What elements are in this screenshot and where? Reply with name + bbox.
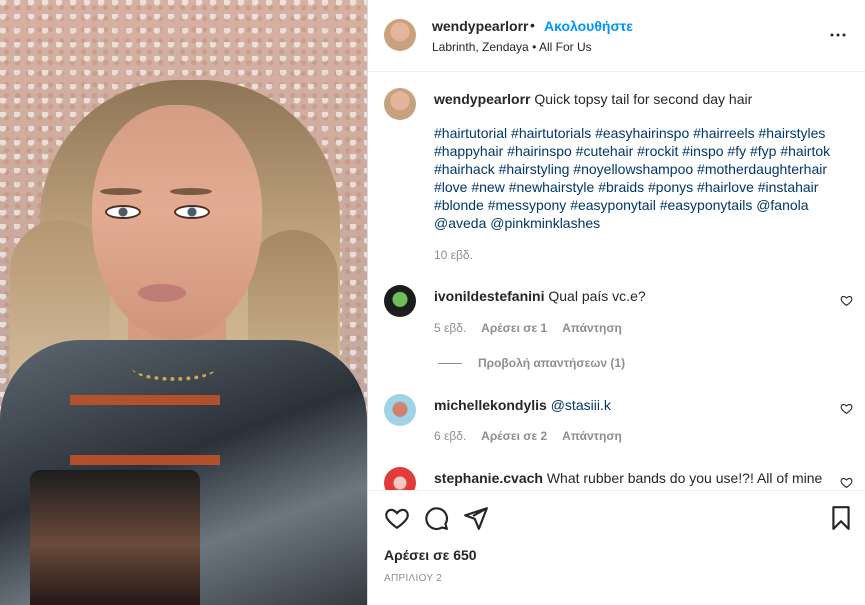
actions-divider <box>368 490 865 491</box>
caption: wendypearlorr Quick topsy tail for secon… <box>434 90 849 108</box>
comment-text: Qual país vc.e? <box>548 288 646 304</box>
photo-shirt-print-lettering <box>70 395 220 465</box>
comment-avatar[interactable] <box>384 467 416 490</box>
more-options-icon[interactable] <box>829 26 847 44</box>
avatar[interactable] <box>384 19 416 51</box>
comment-meta: 6 εβδ. Αρέσει σε 2 Απάντηση <box>434 429 634 443</box>
comment-row: michellekondylis @stasiii.k <box>434 396 824 414</box>
comment-age: 5 εβδ. <box>434 321 467 335</box>
heart-icon[interactable] <box>384 505 410 531</box>
bookmark-icon[interactable] <box>828 505 854 531</box>
photo-eye-left <box>105 205 141 219</box>
comment-likes[interactable]: Αρέσει σε 1 <box>481 321 547 335</box>
reply-button[interactable]: Απάντηση <box>562 321 622 335</box>
comment-avatar[interactable] <box>384 285 416 317</box>
reply-button[interactable]: Απάντηση <box>562 429 622 443</box>
comment-meta: 5 εβδ. Αρέσει σε 1 Απάντηση <box>434 321 634 335</box>
photo-lips <box>138 284 186 302</box>
comment-row: ivonildestefanini Qual país vc.e? <box>434 287 824 305</box>
comment-heart-icon[interactable] <box>840 294 853 307</box>
caption-hashtags[interactable]: #hairtutorial #hairtutorials #easyhairin… <box>434 124 849 232</box>
comment-icon[interactable] <box>423 505 449 531</box>
photo-necklace <box>132 355 216 381</box>
comment-text[interactable]: @stasiii.k <box>551 397 611 413</box>
photo-shirt-print <box>30 470 200 605</box>
comment-age: 6 εβδ. <box>434 429 467 443</box>
comment-likes[interactable]: Αρέσει σε 2 <box>481 429 547 443</box>
header-separator: • <box>530 17 535 33</box>
replies-divider <box>438 363 462 364</box>
comment-row: stephanie.cvach What rubber bands do you… <box>434 469 824 487</box>
photo-eye-right <box>174 205 210 219</box>
caption-avatar[interactable] <box>384 88 416 120</box>
post-date: ΑΠΡΙΛΙΟΥ 2 <box>384 573 443 584</box>
comment-avatar[interactable] <box>384 394 416 426</box>
photo-face <box>92 105 262 340</box>
caption-age: 10 εβδ. <box>434 248 473 262</box>
comment-heart-icon[interactable] <box>840 476 853 489</box>
comments-section[interactable]: wendypearlorr Quick topsy tail for secon… <box>368 73 865 490</box>
likes-count[interactable]: Αρέσει σε 650 <box>384 547 477 563</box>
photo-brow-left <box>100 188 142 195</box>
comment-heart-icon[interactable] <box>840 402 853 415</box>
photo-brow-right <box>170 188 212 195</box>
follow-button[interactable]: Ακολουθήστε <box>544 18 633 34</box>
send-icon[interactable] <box>463 505 489 531</box>
comment-username[interactable]: ivonildestefanini <box>434 288 544 304</box>
comment-username[interactable]: michellekondylis <box>434 397 547 413</box>
audio-track[interactable]: Labrinth, Zendaya • All For Us <box>432 40 592 54</box>
caption-username[interactable]: wendypearlorr <box>434 91 530 107</box>
caption-text: Quick topsy tail for second day hair <box>534 91 753 107</box>
header-username[interactable]: wendypearlorr <box>432 18 528 34</box>
post-header: wendypearlorr • Ακολουθήστε Labrinth, Ze… <box>368 0 865 72</box>
comment-text: What rubber bands do you use!?! All of m… <box>546 470 823 486</box>
view-replies-button[interactable]: Προβολή απαντήσεων (1) <box>478 356 625 370</box>
post-video[interactable] <box>0 0 367 605</box>
comment-username[interactable]: stephanie.cvach <box>434 470 543 486</box>
